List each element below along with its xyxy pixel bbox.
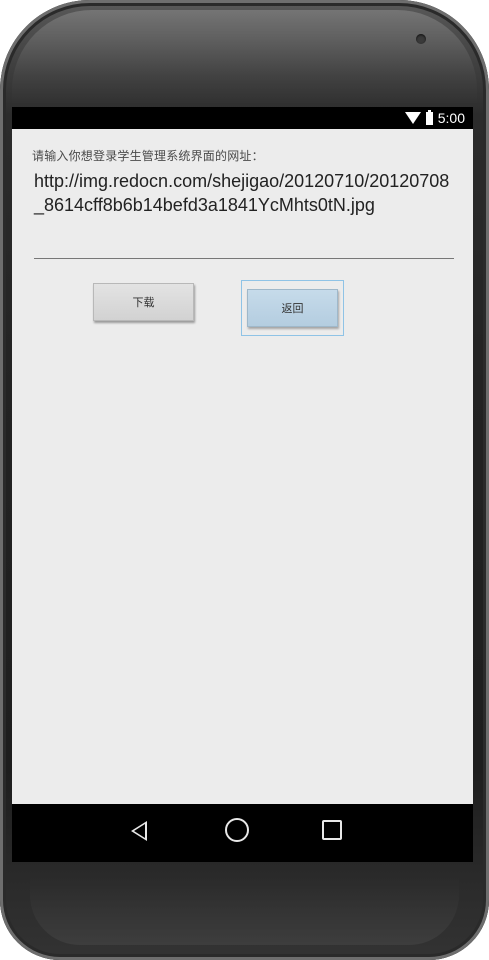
wifi-icon	[404, 112, 421, 124]
phone-top-gloss	[12, 10, 477, 105]
download-button[interactable]: 下载	[93, 283, 194, 321]
url-prompt-label: 请输入你想登录学生管理系统界面的网址：	[32, 149, 264, 163]
device-screen: 5:00 请输入你想登录学生管理系统界面的网址： http://img.redo…	[12, 107, 473, 862]
phone-bottom-gloss	[30, 875, 459, 945]
back-button-face: 返回	[247, 289, 338, 327]
back-triangle-icon[interactable]	[131, 821, 147, 841]
front-camera	[416, 34, 426, 44]
navigation-bar	[12, 804, 473, 862]
app-content: 请输入你想登录学生管理系统界面的网址： http://img.redocn.co…	[12, 129, 473, 804]
phone-frame: 5:00 请输入你想登录学生管理系统界面的网址： http://img.redo…	[0, 0, 489, 960]
status-bar: 5:00	[12, 107, 473, 129]
download-button-label: 下载	[132, 296, 155, 309]
url-input[interactable]: http://img.redocn.com/shejigao/20120710/…	[34, 169, 454, 259]
battery-icon	[425, 109, 433, 125]
status-icons: 5:00	[404, 109, 465, 127]
back-button-label: 返回	[281, 302, 304, 315]
status-time: 5:00	[437, 110, 465, 126]
back-button[interactable]: 返回	[241, 280, 344, 336]
recent-apps-square-icon[interactable]	[322, 820, 342, 840]
home-circle-icon[interactable]	[225, 818, 249, 842]
